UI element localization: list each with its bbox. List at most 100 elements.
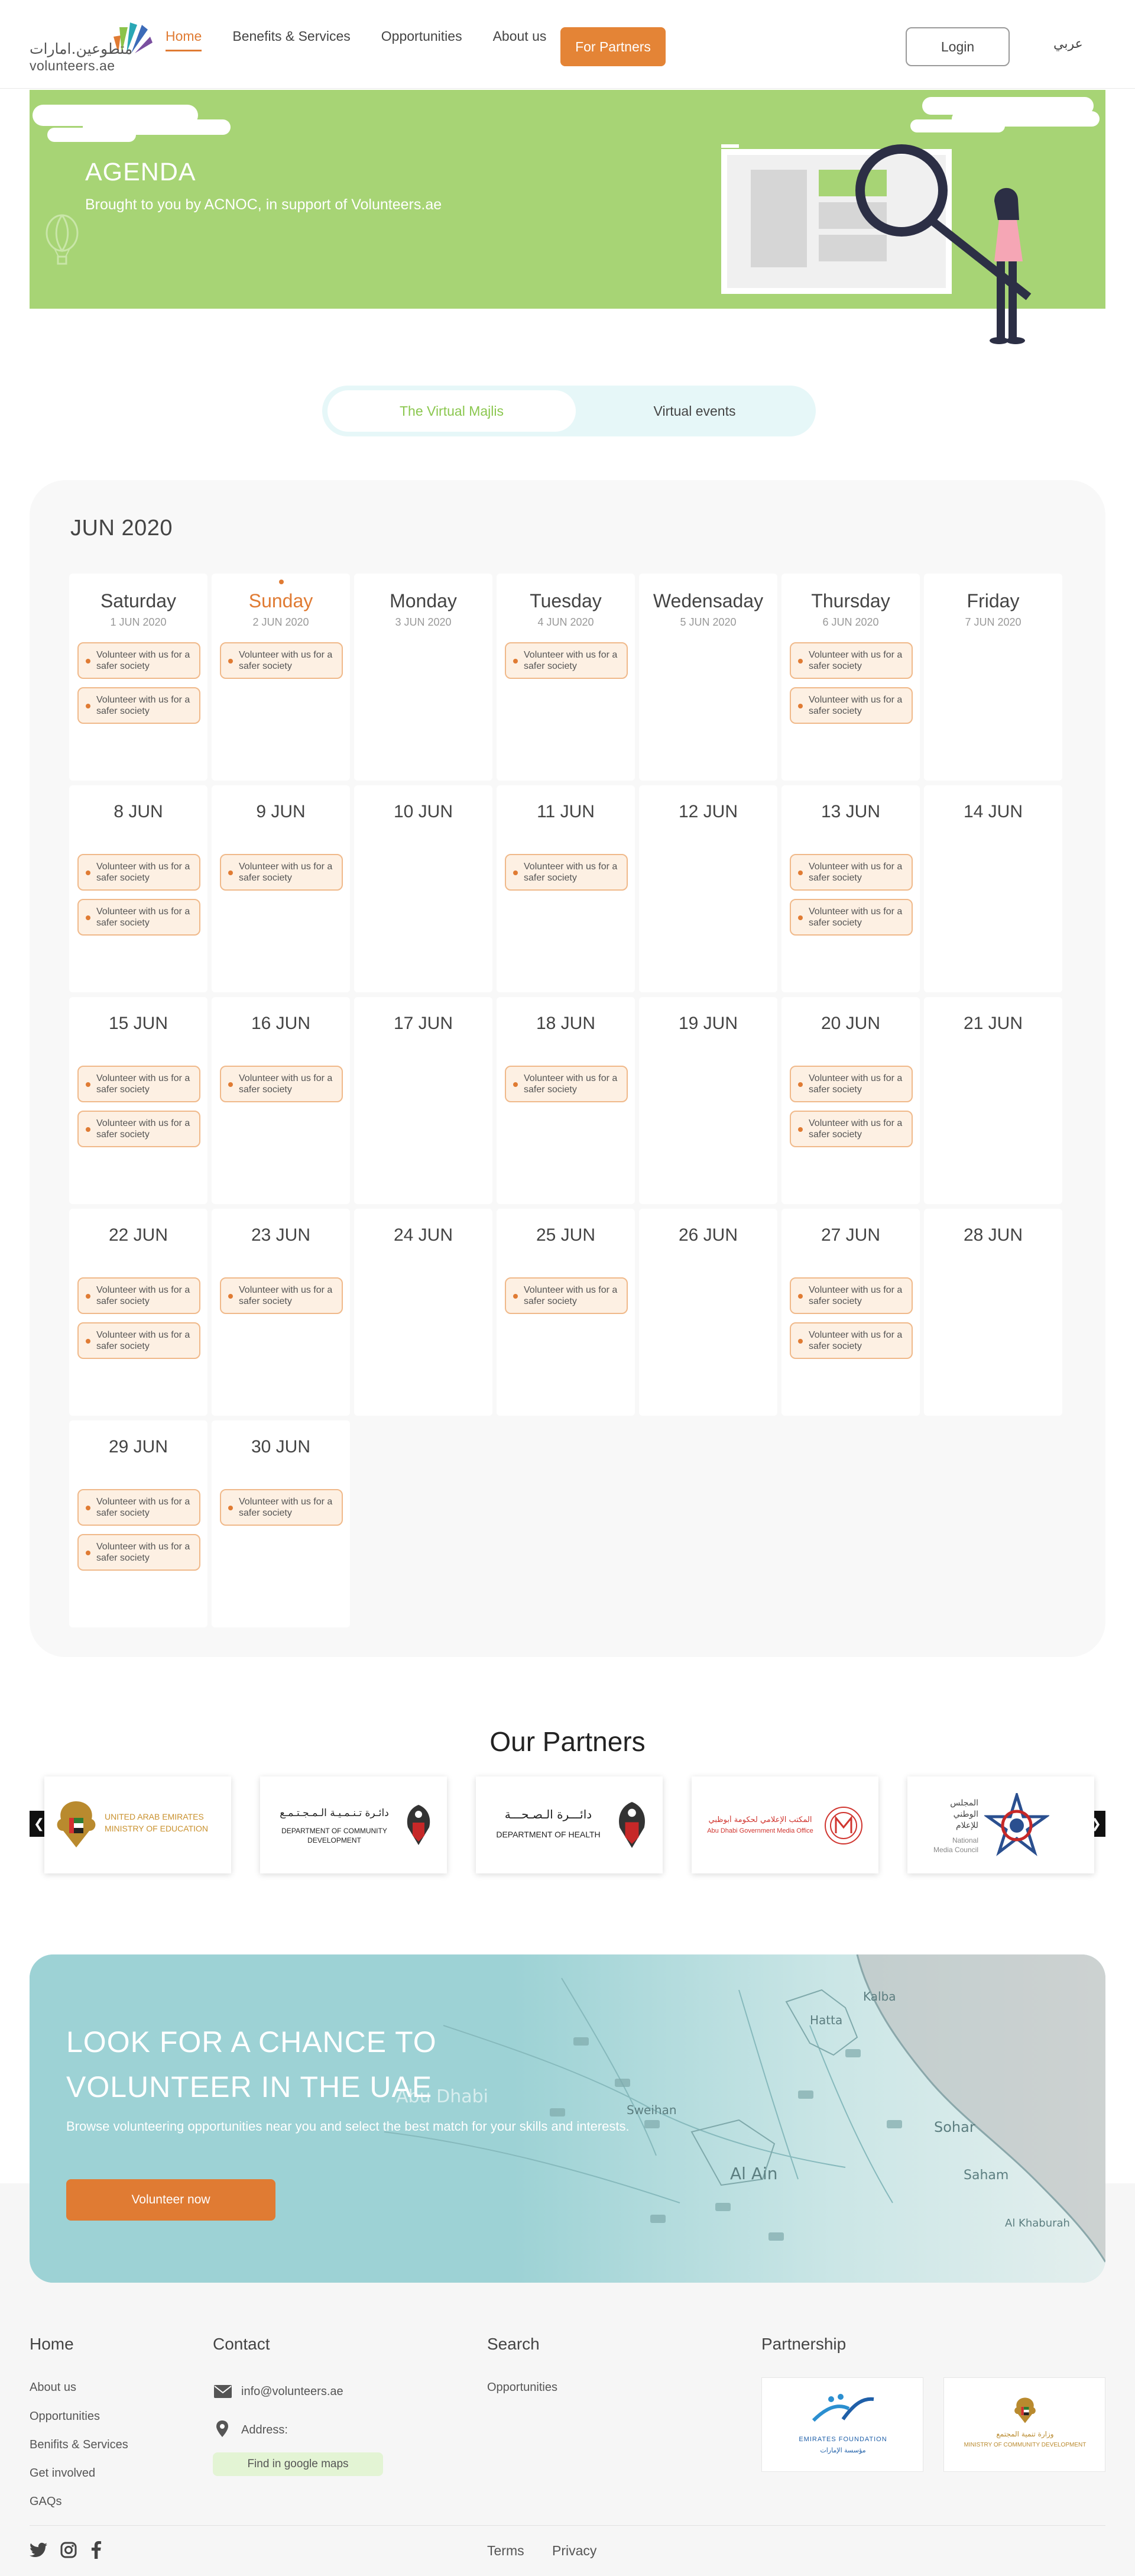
event-chip[interactable]: Volunteer with us for a safer society	[77, 1066, 200, 1102]
uae-emblem-icon	[1014, 2397, 1036, 2423]
nav-opportunities[interactable]: Opportunities	[381, 28, 462, 51]
event-chip[interactable]: Volunteer with us for a safer society	[220, 642, 343, 679]
event-chip[interactable]: Volunteer with us for a safer society	[505, 1066, 628, 1102]
event-chip[interactable]: Volunteer with us for a safer society	[77, 1322, 200, 1359]
footer-divider	[30, 2525, 1105, 2526]
footer-partner-emirates-foundation[interactable]: EMIRATES FOUNDATION مؤسسة الإمارات	[761, 2377, 923, 2472]
login-button[interactable]: Login	[906, 27, 1010, 66]
partners-title: Our Partners	[489, 1726, 646, 1757]
day-name: Friday	[967, 590, 1020, 611]
event-chip[interactable]: Volunteer with us for a safer society	[220, 1277, 343, 1314]
event-chip[interactable]: Volunteer with us for a safer society	[790, 1277, 913, 1314]
event-chip[interactable]: Volunteer with us for a safer society	[77, 1111, 200, 1147]
calendar-day-cell[interactable]: 17 JUN	[354, 997, 492, 1204]
calendar-day-cell[interactable]: Sunday 2 JUN 2020 Volunteer with us for a …	[212, 574, 350, 781]
site-logo[interactable]: متطوعين.امارات volunteers.ae	[30, 19, 154, 73]
footer-privacy-link[interactable]: Privacy	[552, 2543, 596, 2559]
calendar-day-cell[interactable]: Saturday 1 JUN 2020 Volunteer with us for …	[69, 574, 207, 781]
nav-about-us[interactable]: About us	[493, 28, 547, 51]
for-partners-button[interactable]: For Partners	[560, 27, 666, 66]
event-chip[interactable]: Volunteer with us for a safer society	[790, 1111, 913, 1147]
language-switch[interactable]: عربي	[1053, 37, 1083, 51]
calendar-day-cell[interactable]: 8 JUN Volunteer with us for a safer socie…	[69, 785, 207, 992]
calendar-day-cell[interactable]: 26 JUN	[639, 1209, 777, 1416]
event-chip[interactable]: Volunteer with us for a safer society	[77, 1534, 200, 1571]
event-chip[interactable]: Volunteer with us for a safer society	[505, 642, 628, 679]
day-name: Thursday	[811, 590, 890, 611]
calendar-day-cell[interactable]: Monday 3 JUN 2020	[354, 574, 492, 781]
instagram-icon[interactable]	[60, 2542, 77, 2558]
logo-english-text: volunteers.ae	[30, 58, 115, 73]
calendar-day-cell[interactable]: 16 JUN Volunteer with us for a safer soci…	[212, 997, 350, 1204]
event-chip[interactable]: Volunteer with us for a safer society	[220, 1489, 343, 1526]
day-number: 12 JUN	[678, 802, 738, 821]
event-chip[interactable]: Volunteer with us for a safer society	[790, 642, 913, 679]
partner-card-moe[interactable]: UNITED ARAB EMIRATES MINISTRY OF EDUCATI…	[44, 1776, 231, 1873]
event-chip[interactable]: Volunteer with us for a safer society	[77, 642, 200, 679]
footer-partner-mocd[interactable]: وزارة تنمية المجتمع MINISTRY OF COMMUNIT…	[943, 2377, 1105, 2472]
calendar-day-cell[interactable]: 22 JUN Volunteer with us for a safer soci…	[69, 1209, 207, 1416]
footer-link-faqs[interactable]: GAQs	[30, 2495, 61, 2509]
event-chip[interactable]: Volunteer with us for a safer society	[505, 854, 628, 891]
calendar-day-cell[interactable]: 28 JUN	[924, 1209, 1062, 1416]
footer-email[interactable]: info@volunteers.ae	[241, 2385, 343, 2399]
calendar-day-cell[interactable]: 20 JUN Volunteer with us for a safer soci…	[781, 997, 920, 1204]
event-chip[interactable]: Volunteer with us for a safer society	[790, 854, 913, 891]
calendar-day-cell[interactable]: Thursday 6 JUN 2020 Volunteer with us for …	[781, 574, 920, 781]
calendar-day-cell[interactable]: 29 JUN Volunteer with us for a safer soci…	[69, 1420, 207, 1627]
event-chip[interactable]: Volunteer with us for a safer society	[77, 1277, 200, 1314]
calendar-day-cell[interactable]: 18 JUN Volunteer with us for a safer soci…	[497, 997, 635, 1204]
partner-card-doh[interactable]: دائـــرة الـصـحـــة DEPARTMENT OF HEALTH	[476, 1776, 663, 1873]
event-chip[interactable]: Volunteer with us for a safer society	[790, 687, 913, 724]
event-chip[interactable]: Volunteer with us for a safer society	[790, 1066, 913, 1102]
calendar-day-cell[interactable]: 30 JUN Volunteer with us for a safer soci…	[212, 1420, 350, 1627]
calendar-day-cell[interactable]: 14 JUN	[924, 785, 1062, 992]
nav-benefits-services[interactable]: Benefits & Services	[232, 28, 350, 51]
partner-doh-line1: دائـــرة الـصـحـــة	[504, 1807, 592, 1821]
day-date: 3 JUN 2020	[395, 616, 452, 628]
event-chip[interactable]: Volunteer with us for a safer society	[77, 854, 200, 891]
calendar-day-cell[interactable]: Wedensaday 5 JUN 2020	[639, 574, 777, 781]
partner-card-admo[interactable]: المكتب الإعلامي لحكومة أبوظبي Abu Dhabi …	[692, 1776, 878, 1873]
footer-partner-ef-line2: مؤسسة الإمارات	[820, 2446, 866, 2454]
calendar-day-cell[interactable]: 9 JUN Volunteer with us for a safer socie…	[212, 785, 350, 992]
event-chip[interactable]: Volunteer with us for a safer society	[505, 1277, 628, 1314]
footer-home-heading[interactable]: Home	[30, 2335, 74, 2354]
calendar-day-cell[interactable]: 27 JUN Volunteer with us for a safer soci…	[781, 1209, 920, 1416]
find-in-google-maps-button[interactable]: Find in google maps	[213, 2452, 383, 2476]
partner-card-nmc[interactable]: المجلس الوطني للإعلام National Media Cou…	[907, 1776, 1094, 1873]
nav-home[interactable]: Home	[166, 28, 202, 51]
footer-link-opportunities[interactable]: Opportunities	[30, 2410, 100, 2423]
calendar-day-cell[interactable]: Friday 7 JUN 2020	[924, 574, 1062, 781]
search-illustration	[721, 144, 1032, 344]
volunteer-now-button[interactable]: Volunteer now	[66, 2179, 275, 2221]
footer-link-benefits[interactable]: Benifits & Services	[30, 2438, 128, 2452]
event-chip[interactable]: Volunteer with us for a safer society	[790, 899, 913, 936]
calendar-day-cell[interactable]: 19 JUN	[639, 997, 777, 1204]
calendar-day-cell[interactable]: 23 JUN Volunteer with us for a safer soci…	[212, 1209, 350, 1416]
event-chip[interactable]: Volunteer with us for a safer society	[77, 687, 200, 724]
footer-link-get-involved[interactable]: Get involved	[30, 2467, 95, 2480]
tab-virtual-majlis[interactable]: The Virtual Majlis	[327, 390, 576, 432]
calendar-day-cell[interactable]: 13 JUN Volunteer with us for a safer soci…	[781, 785, 920, 992]
tab-virtual-events[interactable]: Virtual events	[576, 390, 813, 432]
event-chip[interactable]: Volunteer with us for a safer society	[77, 899, 200, 936]
calendar-day-cell[interactable]: 10 JUN	[354, 785, 492, 992]
event-chip[interactable]: Volunteer with us for a safer society	[220, 854, 343, 891]
calendar-day-cell[interactable]: 25 JUN Volunteer with us for a safer soci…	[497, 1209, 635, 1416]
calendar-day-cell[interactable]: 21 JUN	[924, 997, 1062, 1204]
event-chip[interactable]: Volunteer with us for a safer society	[220, 1066, 343, 1102]
calendar-day-cell[interactable]: 12 JUN	[639, 785, 777, 992]
calendar-day-cell[interactable]: 15 JUN Volunteer with us for a safer soci…	[69, 997, 207, 1204]
footer-terms-link[interactable]: Terms	[487, 2543, 524, 2559]
event-chip[interactable]: Volunteer with us for a safer society	[77, 1489, 200, 1526]
twitter-icon[interactable]	[30, 2542, 47, 2558]
footer-search-opportunities[interactable]: Opportunities	[487, 2381, 557, 2394]
footer-link-about[interactable]: About us	[30, 2381, 76, 2394]
calendar-day-cell[interactable]: 24 JUN	[354, 1209, 492, 1416]
partner-card-dcd[interactable]: دائـرة تـنـمـيـة الـمـجـتـمـع DEPARTMENT…	[260, 1776, 447, 1873]
event-chip[interactable]: Volunteer with us for a safer society	[790, 1322, 913, 1359]
facebook-icon[interactable]	[91, 2541, 102, 2559]
calendar-day-cell[interactable]: Tuesday 4 JUN 2020 Volunteer with us for a…	[497, 574, 635, 781]
calendar-day-cell[interactable]: 11 JUN Volunteer with us for a safer soci…	[497, 785, 635, 992]
